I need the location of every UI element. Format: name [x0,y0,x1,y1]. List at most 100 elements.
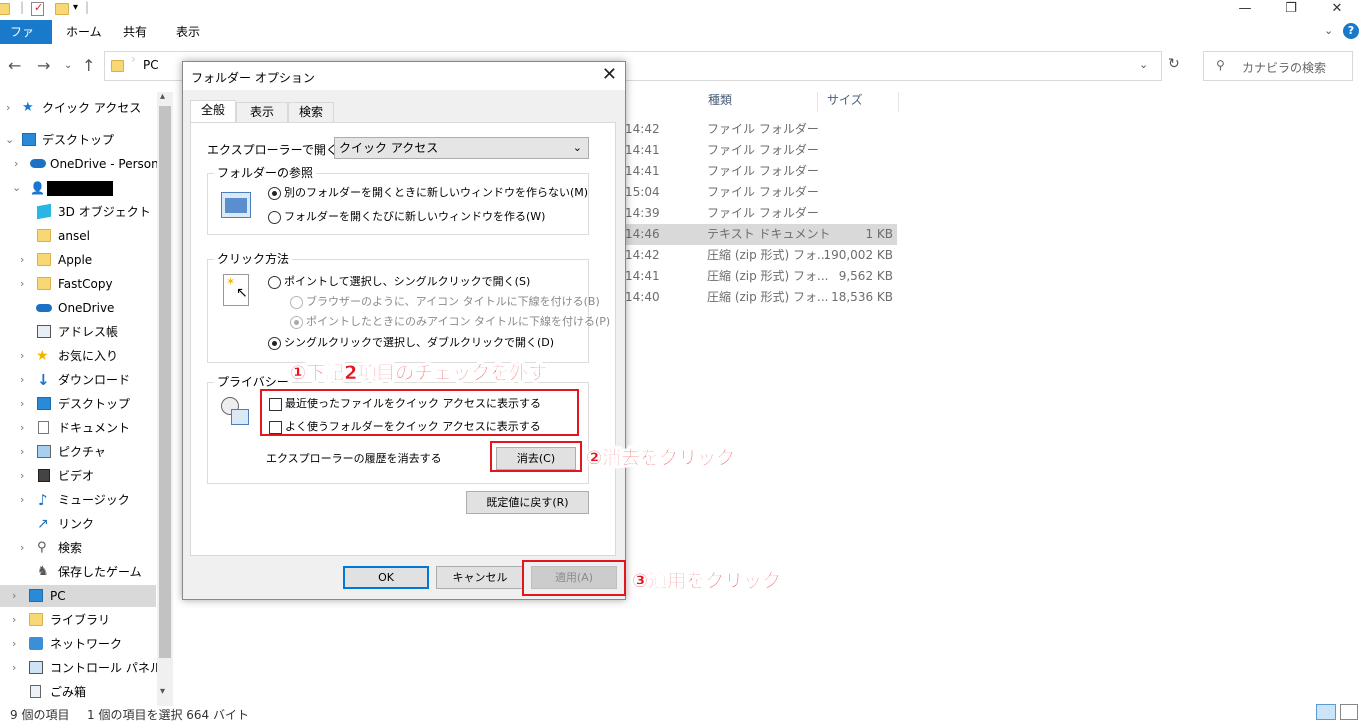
option-single-click[interactable]: ポイントして選択し、シングルクリックで開く(S) [284,275,530,289]
chevron-right-icon[interactable]: › [20,369,24,391]
chevron-right-icon[interactable]: › [20,345,24,367]
address-path[interactable]: PC [143,58,159,72]
file-type: 圧縮 (zip 形式) フォ... [707,290,829,304]
maximize-icon[interactable]: ❐ [1268,0,1314,20]
customize-qa-icon[interactable]: ▾ [73,2,78,13]
file-type: ファイル フォルダー [707,185,819,199]
nav-onedrive-personal[interactable]: › OneDrive - Personal [0,153,169,175]
table-row[interactable]: 14:39 ファイル フォルダー [600,203,897,224]
details-view-icon[interactable] [1316,704,1336,720]
chevron-right-icon[interactable]: › [20,417,24,439]
nav-pc[interactable]: › PC [0,585,156,607]
nav-3d-objects[interactable]: 3D オブジェクト [0,201,156,223]
table-row[interactable]: 14:41 ファイル フォルダー [600,140,897,161]
expand-ribbon-icon[interactable]: ⌄ [1324,24,1333,37]
scroll-down-icon[interactable]: ▾ [160,686,165,697]
table-row[interactable]: 14:40 圧縮 (zip 形式) フォ... 18,536 KB [600,287,897,308]
selection-info: 1 個の項目を選択 664 バイト [87,708,249,722]
column-header-type[interactable]: 種類 [700,92,818,112]
ok-button[interactable]: OK [343,566,429,589]
refresh-icon[interactable]: ↻ [1168,56,1180,72]
forward-icon[interactable]: → [37,56,50,75]
nav-contacts[interactable]: アドレス帳 [0,321,156,343]
chevron-right-icon[interactable]: › [6,97,10,119]
new-folder-icon[interactable] [55,3,69,15]
nav-apple[interactable]: › Apple [0,249,156,271]
radio-new-window[interactable] [268,211,281,224]
chevron-right-icon[interactable]: › [20,465,24,487]
chevron-right-icon[interactable]: › [20,489,24,511]
nav-music[interactable]: › ♪ ミュージック [0,489,156,511]
nav-pictures[interactable]: › ピクチャ [0,441,156,463]
chevron-right-icon[interactable]: › [20,537,24,559]
radio-single-click[interactable] [268,276,281,289]
up-icon[interactable]: ↑ [82,56,95,75]
nav-saved-games[interactable]: ♞ 保存したゲーム [0,561,156,583]
nav-videos[interactable]: › ビデオ [0,465,156,487]
option-new-window[interactable]: フォルダーを開くたびに新しいウィンドウを作る(W) [284,210,545,224]
chevron-right-icon[interactable]: › [20,273,24,295]
tab-file[interactable]: ファイル [0,20,52,63]
folder-icon [37,229,51,242]
tab-general[interactable]: 全般 [190,100,236,123]
chevron-right-icon[interactable]: › [12,585,16,607]
address-dropdown-icon[interactable]: ⌄ [1139,58,1148,71]
cancel-button[interactable]: キャンセル [436,566,524,589]
scroll-up-icon[interactable]: ▴ [160,91,165,102]
nav-libraries[interactable]: › ライブラリ [0,609,156,631]
nav-ansel[interactable]: ansel [0,225,156,247]
search-input[interactable]: ⚲ カナビラの検索 [1203,51,1353,81]
nav-documents[interactable]: › ドキュメント [0,417,156,439]
table-row[interactable]: 14:41 ファイル フォルダー [600,161,897,182]
chevron-right-icon[interactable]: › [14,153,18,175]
back-icon[interactable]: ← [8,56,21,75]
nav-desktop-root[interactable]: ⌄ デスクトップ [0,129,156,151]
table-row[interactable]: 14:42 圧縮 (zip 形式) フォ... 190,002 KB [600,245,897,266]
large-icons-view-icon[interactable] [1340,704,1358,720]
annotation-box-clear [490,441,582,472]
close-icon[interactable]: ✕ [1314,0,1360,20]
tab-home[interactable]: ホーム [56,20,112,44]
minimize-icon[interactable]: — [1222,0,1268,20]
chevron-down-icon[interactable]: ⌄ [5,129,14,151]
close-icon[interactable]: ✕ [602,64,617,85]
nav-fastcopy[interactable]: › FastCopy [0,273,156,295]
nav-onedrive[interactable]: OneDrive [0,297,156,319]
nav-quick-access[interactable]: › ★ クイック アクセス [0,97,156,119]
nav-user-folder[interactable]: ⌄ 👤 [0,177,156,199]
chevron-down-icon[interactable]: ⌄ [12,177,21,199]
properties-icon[interactable]: ✓ [31,1,44,16]
nav-searches[interactable]: › ⚲ 検索 [0,537,156,559]
chevron-right-icon[interactable]: › [12,657,16,679]
column-header-size[interactable]: サイズ [819,92,899,112]
help-icon[interactable]: ? [1343,23,1359,39]
nav-favorites[interactable]: › ★ お気に入り [0,345,156,367]
chevron-right-icon[interactable]: › [20,441,24,463]
table-row[interactable]: 14:42 ファイル フォルダー [600,119,897,140]
nav-control-panel[interactable]: › コントロール パネル [0,657,162,679]
radio-same-window[interactable] [268,187,281,200]
open-explorer-select[interactable]: クイック アクセス ⌄ [334,137,589,159]
chevron-right-icon[interactable]: › [20,393,24,415]
table-row[interactable]: 14:41 圧縮 (zip 形式) フォ... 9,562 KB [600,266,897,287]
chevron-right-icon[interactable]: › [12,609,16,631]
tab-view[interactable]: 表示 [166,20,210,44]
tab-view[interactable]: 表示 [236,102,288,123]
nav-links[interactable]: ↗ リンク [0,513,156,535]
table-row[interactable]: 14:46 テキスト ドキュメント 1 KB [600,224,897,245]
tab-search[interactable]: 検索 [288,102,334,123]
option-same-window[interactable]: 別のフォルダーを開くときに新しいウィンドウを作らない(M) [284,186,588,200]
nav-recycle-bin[interactable]: ごみ箱 [0,681,156,703]
chevron-right-icon[interactable]: › [20,249,24,271]
nav-downloads[interactable]: › ↓ ダウンロード [0,369,156,391]
restore-defaults-button[interactable]: 既定値に戻す(R) [466,491,589,514]
table-row[interactable]: 15:04 ファイル フォルダー [600,182,897,203]
nav-network[interactable]: › ネットワーク [0,633,156,655]
option-double-click[interactable]: シングルクリックで選択し、ダブルクリックで開く(D) [284,336,554,350]
chevron-right-icon[interactable]: › [12,633,16,655]
nav-scroll-thumb[interactable] [159,106,171,658]
nav-desktop[interactable]: › デスクトップ [0,393,156,415]
recent-locations-icon[interactable]: ⌄ [64,60,72,71]
tab-share[interactable]: 共有 [113,20,157,44]
radio-double-click[interactable] [268,337,281,350]
